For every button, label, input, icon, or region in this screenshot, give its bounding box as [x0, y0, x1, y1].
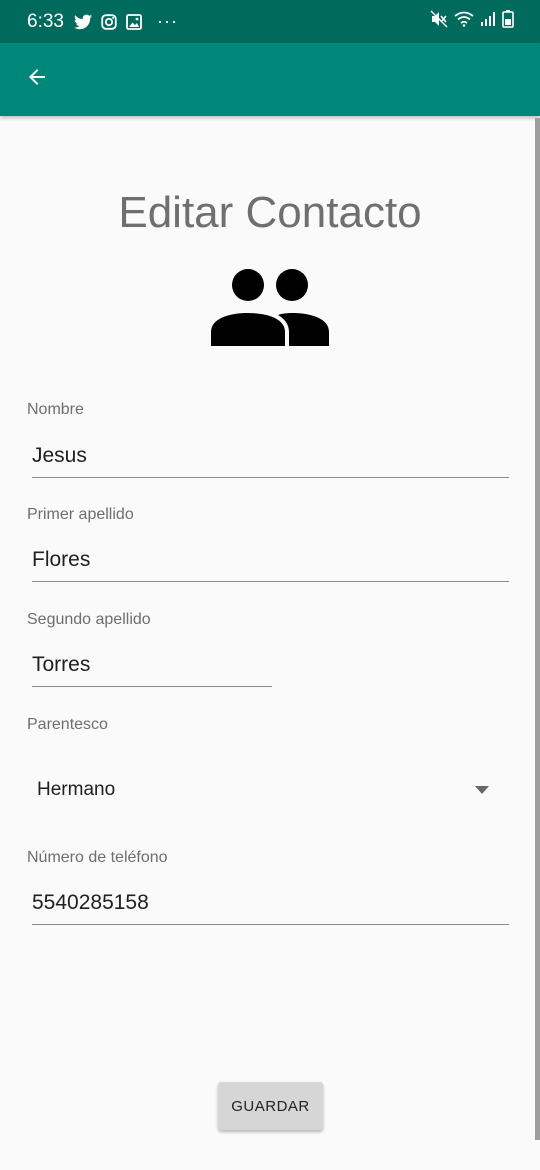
nombre-input[interactable]: [32, 443, 509, 478]
battery-icon: [502, 10, 514, 33]
parentesco-label: Parentesco: [27, 716, 108, 733]
primer-apellido-label: Primer apellido: [27, 506, 134, 523]
status-time: 6:33: [27, 10, 64, 32]
parentesco-dropdown[interactable]: Hermano: [27, 770, 509, 810]
more-notifications-icon: ···: [156, 11, 178, 31]
gallery-icon: [126, 13, 142, 30]
wifi-icon: [454, 11, 474, 32]
nombre-label: Nombre: [27, 401, 84, 418]
segundo-apellido-input[interactable]: [32, 652, 272, 687]
parentesco-selected: Hermano: [37, 779, 116, 800]
signal-icon: [480, 11, 496, 32]
segundo-apellido-label: Segundo apellido: [27, 611, 151, 628]
notification-icons: ···: [73, 11, 178, 32]
primer-apellido-input[interactable]: [32, 547, 509, 582]
system-icons: [430, 10, 514, 33]
save-button[interactable]: GUARDAR: [218, 1082, 323, 1130]
status-bar: 6:33 ···: [0, 0, 540, 43]
page-title: Editar Contacto: [118, 188, 422, 237]
telefono-input[interactable]: [32, 890, 509, 925]
back-button[interactable]: [17, 59, 57, 99]
app-bar: [0, 43, 540, 116]
mute-icon: [430, 10, 448, 33]
scroll-indicator[interactable]: [535, 118, 540, 1140]
telefono-label: Número de teléfono: [27, 849, 168, 866]
group-icon: [210, 268, 330, 346]
twitter-icon: [73, 14, 92, 30]
arrow-back-icon: [25, 65, 49, 94]
instagram-icon: [101, 13, 117, 30]
dropdown-arrow-icon: [475, 781, 489, 799]
